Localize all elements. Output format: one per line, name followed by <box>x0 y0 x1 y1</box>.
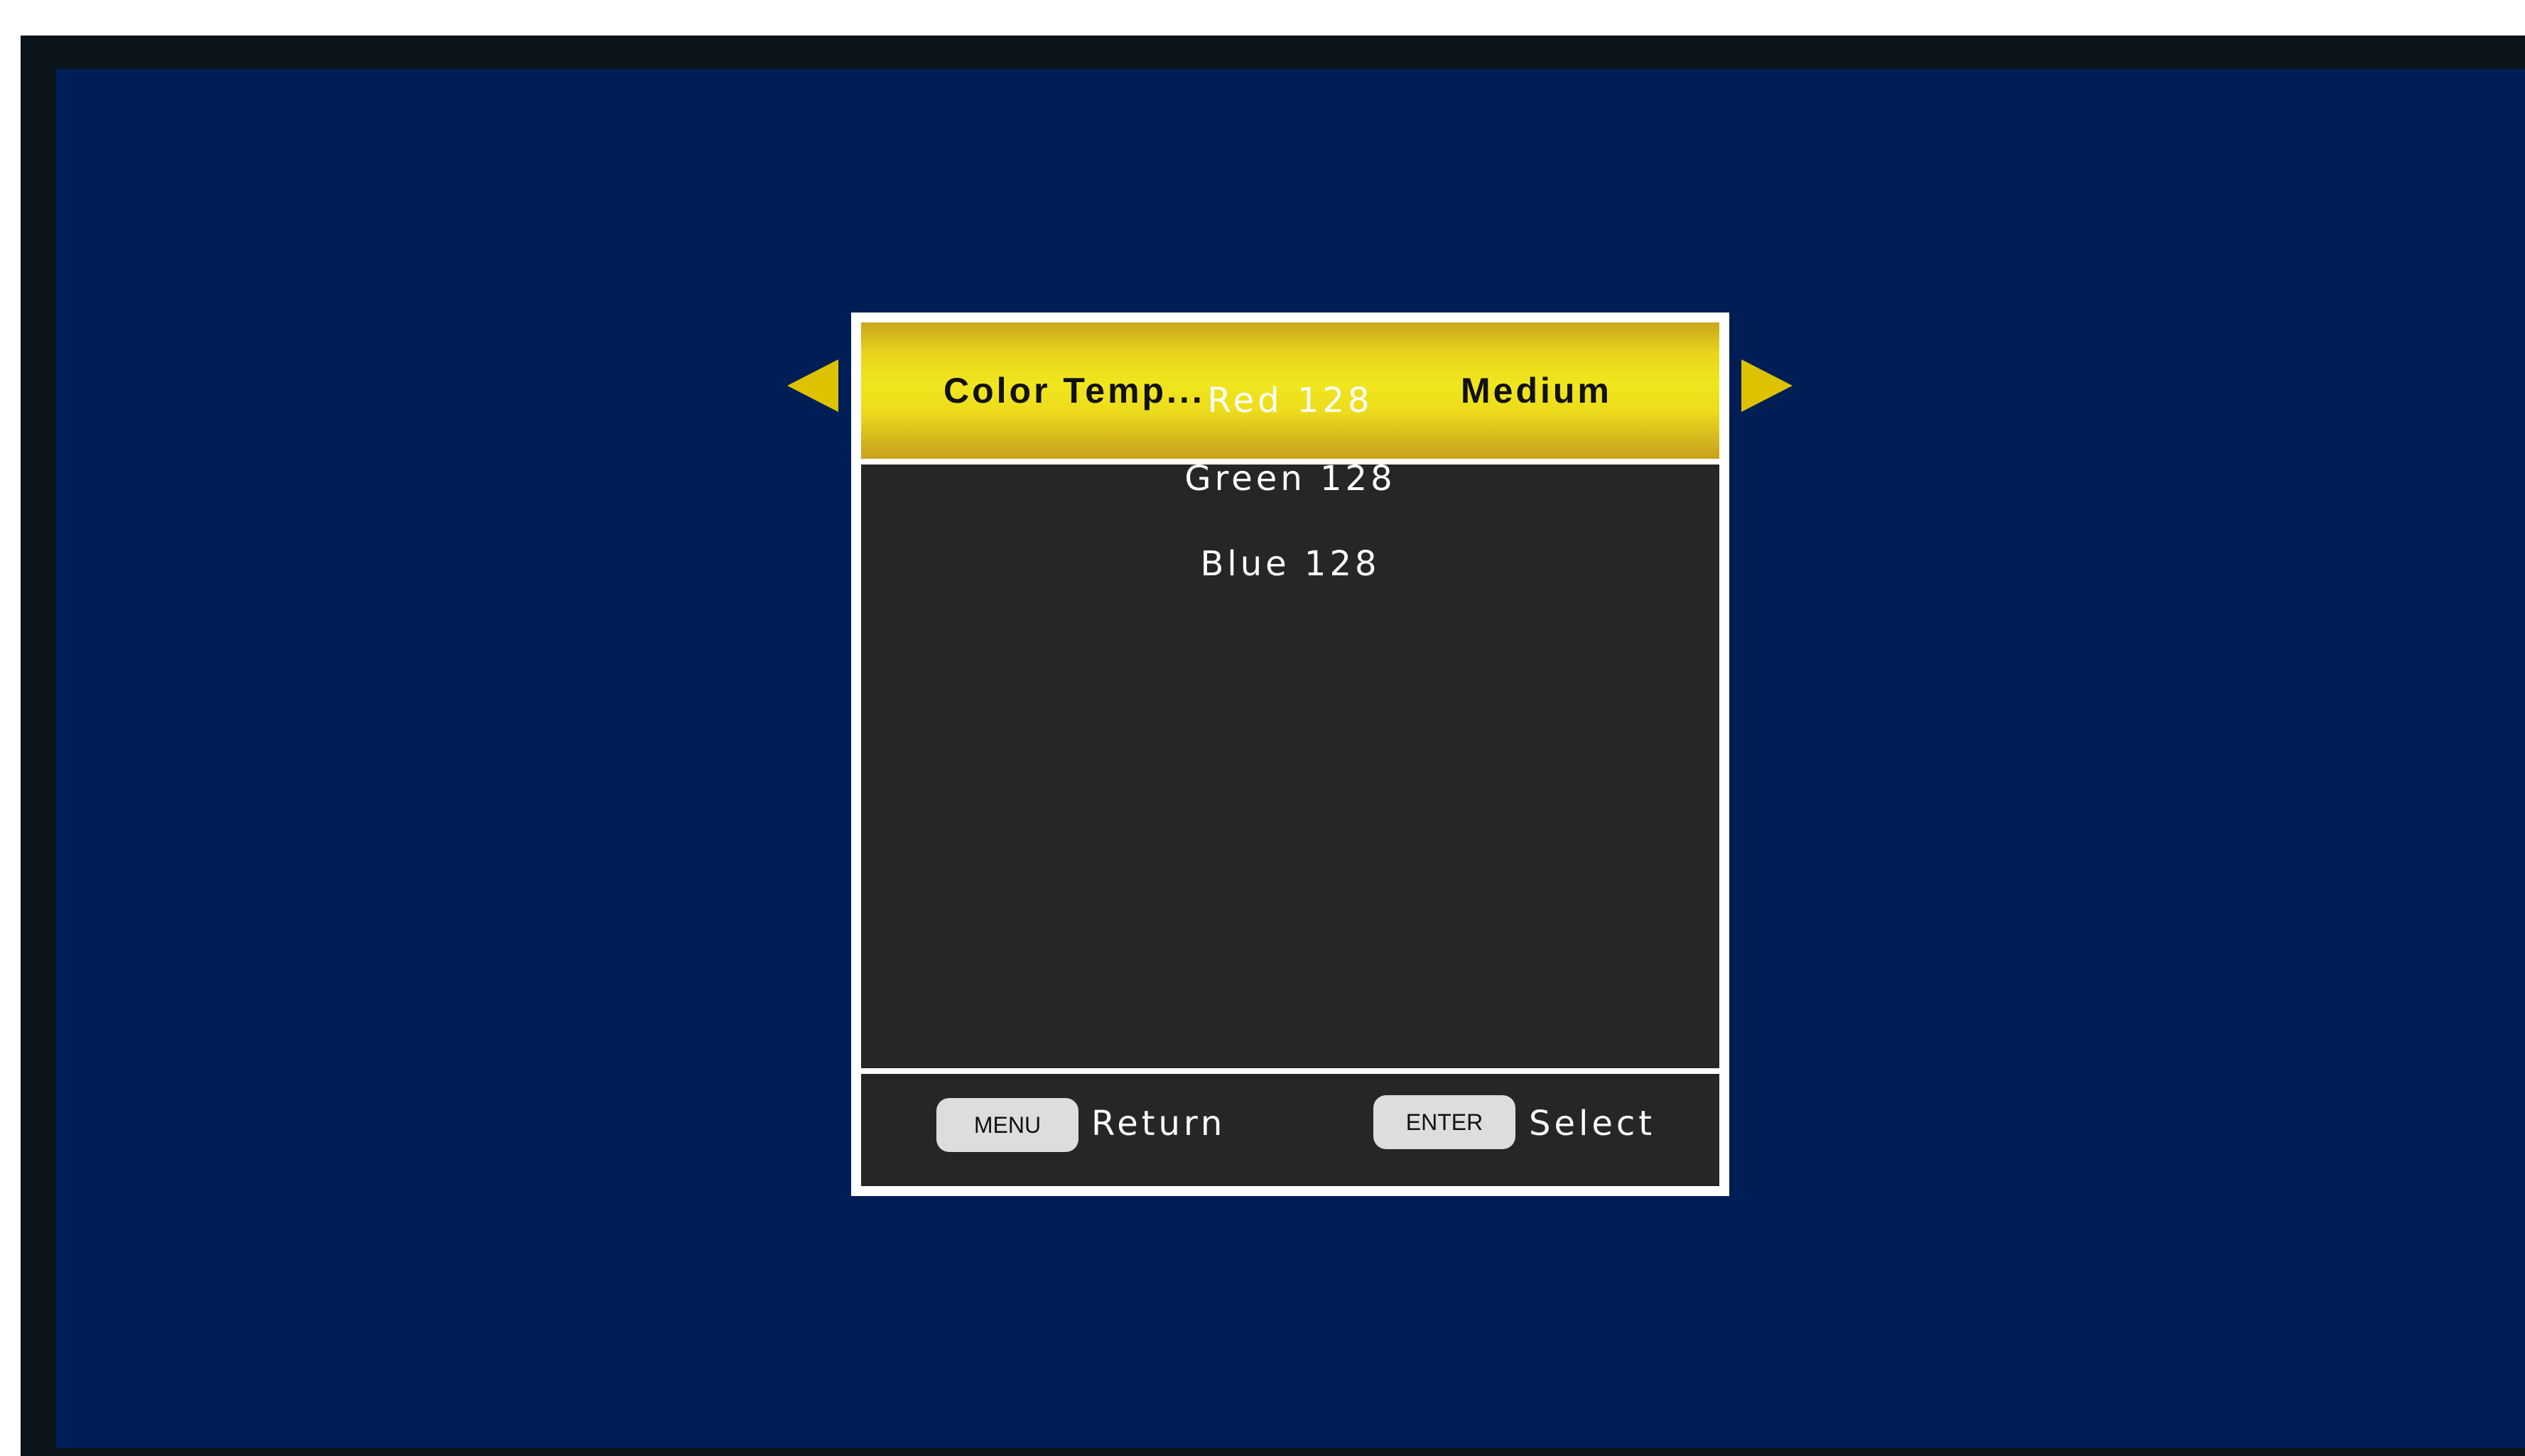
return-caption: Return <box>1091 1104 1226 1143</box>
enter-key-button[interactable]: ENTER <box>1373 1095 1515 1149</box>
triangle-right-icon[interactable] <box>1741 359 1793 412</box>
menu-key-button[interactable]: MENU <box>936 1098 1078 1152</box>
blue-value: Blue 128 <box>1200 544 1380 584</box>
key-hint-bar: MENU Return ENTER Select <box>861 1074 1719 1186</box>
select-caption: Select <box>1529 1104 1656 1143</box>
red-value: Red 128 <box>1207 381 1373 420</box>
green-value: Green 128 <box>1184 459 1396 499</box>
osd-menu-panel: Color Temp... Medium MENU Return ENTER S… <box>851 313 1729 1196</box>
triangle-left-icon[interactable] <box>787 359 838 412</box>
